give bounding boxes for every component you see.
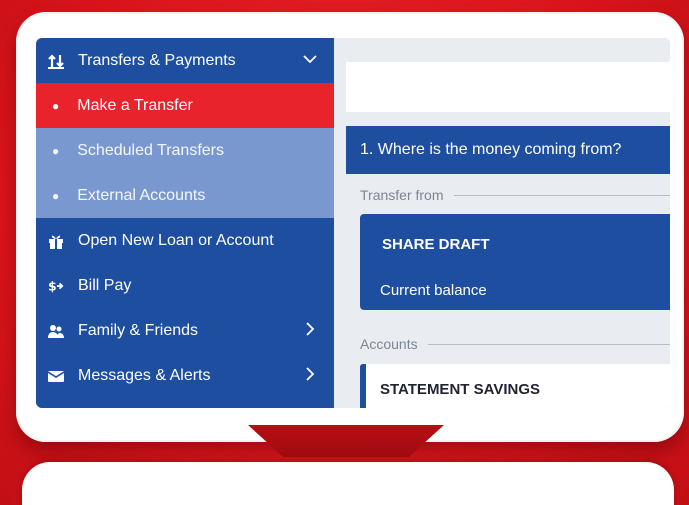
chevron-right-icon[interactable] [302, 321, 318, 337]
top-bar [346, 62, 670, 112]
account-name: STATEMENT SAVINGS [380, 380, 541, 398]
sidebar-item-open-new-loan[interactable]: Open New Loan or Account [36, 218, 334, 263]
step-title: 1. Where is the money coming from? [360, 141, 622, 158]
divider [427, 343, 670, 345]
bullet-icon: ● [52, 143, 60, 158]
transfer-from-label: Transfer from [360, 187, 444, 203]
accounts-label: Accounts [360, 336, 418, 352]
sidebar-item-label: Scheduled Transfers [77, 141, 224, 159]
sidebar-item-external-accounts[interactable]: ● External Accounts [36, 173, 334, 218]
sidebar: Transfers & Payments ● Make a Transfer ●… [36, 38, 334, 408]
bullet-icon: ● [52, 98, 60, 113]
gift-icon [48, 233, 64, 249]
transfer-arrows-icon [48, 53, 64, 69]
sidebar-item-label: External Accounts [77, 186, 206, 204]
sidebar-item-family-friends[interactable]: Family & Friends [36, 308, 334, 353]
sidebar-item-messages-alerts[interactable]: Messages & Alerts [36, 353, 334, 398]
sidebar-item-bill-pay[interactable]: $ Bill Pay [36, 263, 334, 308]
sidebar-item-label: Family & Friends [78, 321, 199, 339]
step-header: 1. Where is the money coming from? [346, 126, 670, 174]
app-screen: Transfers & Payments ● Make a Transfer ●… [36, 38, 670, 408]
account-option[interactable]: STATEMENT SAVINGS [360, 364, 670, 408]
sidebar-item-make-transfer[interactable]: ● Make a Transfer [36, 83, 334, 128]
people-icon [48, 323, 64, 339]
chevron-down-icon[interactable] [302, 51, 318, 67]
svg-text:$: $ [48, 278, 57, 293]
sidebar-item-label: Make a Transfer [77, 96, 193, 114]
bullet-icon: ● [52, 188, 60, 203]
envelope-icon [48, 368, 64, 384]
transfer-from-section: Transfer from [360, 187, 670, 203]
laptop-base [22, 462, 674, 505]
dollar-arrow-icon: $ [48, 278, 64, 294]
divider [453, 194, 670, 196]
chevron-right-icon[interactable] [302, 366, 318, 382]
sidebar-item-label: Open New Loan or Account [78, 231, 274, 249]
main-content: 1. Where is the money coming from? Trans… [334, 38, 670, 408]
accounts-section: Accounts [360, 336, 670, 352]
selected-account-card[interactable]: SHARE DRAFT Current balance [360, 214, 670, 310]
sidebar-item-label: Bill Pay [78, 276, 132, 294]
account-name: SHARE DRAFT [382, 236, 490, 253]
sidebar-item-scheduled-transfers[interactable]: ● Scheduled Transfers [36, 128, 334, 173]
sidebar-item-label: Transfers & Payments [78, 51, 236, 69]
sidebar-item-transfers-payments[interactable]: Transfers & Payments [36, 38, 334, 83]
sidebar-item-label: Messages & Alerts [78, 366, 211, 384]
balance-label: Current balance [380, 282, 487, 299]
